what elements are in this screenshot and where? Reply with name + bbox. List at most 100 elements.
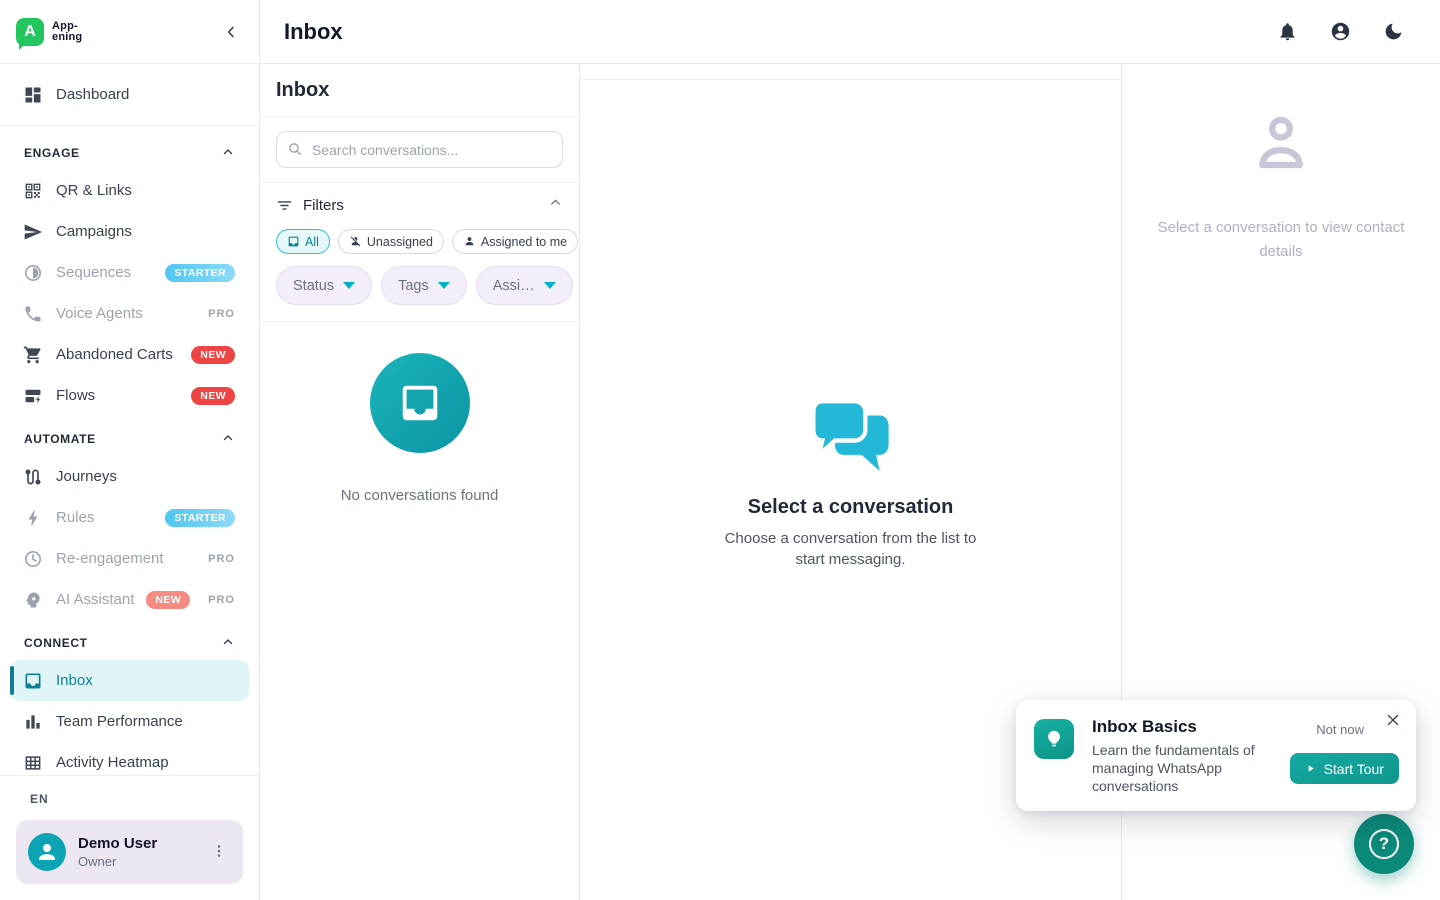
empty-state-text: No conversations found	[341, 487, 499, 504]
search-section	[260, 117, 579, 183]
notifications-button[interactable]	[1276, 21, 1298, 43]
sidebar-bottom: EN Demo User Owner	[0, 775, 259, 900]
app-name-line2: ening	[52, 32, 82, 43]
chip-label: All	[305, 235, 319, 249]
sidebar-item-sequences[interactable]: Sequences STARTER	[0, 252, 259, 293]
filter-chip-assigned-to-me[interactable]: Assigned to me	[452, 229, 578, 254]
inbox-icon	[23, 671, 43, 691]
dark-mode-button[interactable]	[1382, 21, 1404, 43]
moon-icon	[1383, 21, 1404, 42]
pro-label: PRO	[208, 308, 235, 320]
section-connect[interactable]: CONNECT	[0, 626, 259, 660]
section-label: CONNECT	[24, 636, 88, 650]
inbox-icon	[287, 235, 300, 248]
top-header: Inbox	[260, 0, 1440, 64]
logo-letter: A	[24, 23, 36, 41]
filters-header[interactable]: Filters	[276, 195, 563, 215]
sidebar-item-label: Re-engagement	[56, 550, 164, 567]
search-input[interactable]	[276, 131, 563, 168]
sidebar-collapse-button[interactable]	[219, 20, 243, 44]
user-card[interactable]: Demo User Owner	[16, 820, 243, 884]
sidebar-item-inbox[interactable]: Inbox	[10, 660, 249, 701]
new-badge: NEW	[146, 591, 190, 609]
starter-badge: STARTER	[165, 264, 235, 282]
send-icon	[23, 222, 43, 242]
person-outline-icon	[1248, 110, 1314, 176]
clock-icon	[23, 549, 43, 569]
sidebar-item-activity-heatmap[interactable]: Activity Heatmap	[0, 742, 259, 775]
bar-chart-icon	[23, 712, 43, 732]
filter-chips: All Unassigned Assigned to me	[276, 229, 563, 254]
list-panel-header: Inbox	[260, 64, 579, 117]
sidebar-item-flows[interactable]: Flows NEW	[0, 375, 259, 416]
qr-code-icon	[23, 181, 43, 201]
lightbulb-badge	[1034, 719, 1074, 759]
sidebar-item-journeys[interactable]: Journeys	[0, 456, 259, 497]
sidebar-item-re-engagement[interactable]: Re-engagement PRO	[0, 538, 259, 579]
section-label: AUTOMATE	[24, 432, 96, 446]
app-name: App- ening	[52, 21, 82, 43]
starter-badge: STARTER	[165, 509, 235, 527]
not-now-button[interactable]: Not now	[1316, 722, 1364, 737]
user-menu-button[interactable]	[207, 840, 231, 864]
section-automate[interactable]: AUTOMATE	[0, 422, 259, 456]
inbox-icon	[397, 380, 443, 426]
caret-down-icon	[343, 282, 355, 289]
chat-empty-title: Select a conversation	[748, 496, 954, 519]
chat-bubbles-icon	[808, 394, 894, 480]
chevron-up-icon	[221, 431, 235, 448]
caret-down-icon	[438, 282, 450, 289]
person-icon	[35, 840, 59, 864]
start-tour-button[interactable]: Start Tour	[1290, 753, 1399, 784]
sidebar-item-campaigns[interactable]: Campaigns	[0, 211, 259, 252]
sidebar-item-label: AI Assistant	[56, 591, 134, 608]
app-root: A App- ening Dashboard ENGAGE QR & Links	[0, 0, 1440, 900]
sidebar-nav: Dashboard ENGAGE QR & Links Campaigns Se…	[0, 64, 259, 775]
assignee-dropdown[interactable]: Assign...	[476, 266, 573, 305]
sidebar-item-label: Rules	[56, 509, 94, 526]
flows-icon	[23, 386, 43, 406]
sidebar-item-label: Sequences	[56, 264, 131, 281]
contact-empty-text: Select a conversation to view contact de…	[1136, 216, 1426, 264]
sidebar-item-voice-agents[interactable]: Voice Agents PRO	[0, 293, 259, 334]
dashboard-icon	[23, 85, 43, 105]
language-selector[interactable]: EN	[30, 792, 259, 806]
sidebar-item-label: Voice Agents	[56, 305, 143, 322]
close-icon[interactable]	[1382, 710, 1404, 732]
person-off-icon	[349, 235, 362, 248]
avatar	[28, 833, 66, 871]
kebab-menu-icon	[210, 842, 228, 860]
sidebar-item-label: Team Performance	[56, 713, 183, 730]
account-button[interactable]	[1329, 21, 1351, 43]
phone-icon	[23, 304, 43, 324]
chat-empty-subtitle: Choose a conversation from the list to s…	[716, 528, 986, 570]
sidebar-item-abandoned-carts[interactable]: Abandoned Carts NEW	[0, 334, 259, 375]
app-name-line1: App-	[52, 21, 82, 32]
tags-dropdown[interactable]: Tags	[381, 266, 467, 305]
sidebar-item-qr-links[interactable]: QR & Links	[0, 170, 259, 211]
chevron-left-icon	[222, 23, 240, 41]
sidebar-item-label: Abandoned Carts	[56, 346, 173, 363]
inbox-basics-popover: Inbox Basics Learn the fundamentals of m…	[1016, 700, 1416, 811]
sidebar-item-rules[interactable]: Rules STARTER	[0, 497, 259, 538]
sidebar-item-ai-assistant[interactable]: AI Assistant NEW PRO	[0, 579, 259, 620]
filter-chip-unassigned[interactable]: Unassigned	[338, 229, 444, 254]
chip-label: Unassigned	[367, 235, 433, 249]
psychology-icon	[23, 590, 43, 610]
sidebar-item-team-performance[interactable]: Team Performance	[0, 701, 259, 742]
filter-chip-all[interactable]: All	[276, 229, 330, 254]
status-dropdown[interactable]: Status	[276, 266, 372, 305]
heatmap-grid-icon	[23, 753, 43, 773]
search-box	[276, 131, 563, 168]
caret-down-icon	[544, 282, 556, 289]
logo-row: A App- ening	[0, 0, 259, 64]
help-button[interactable]: ?	[1354, 814, 1414, 874]
section-engage[interactable]: ENGAGE	[0, 136, 259, 170]
sidebar-item-label: Journeys	[56, 468, 117, 485]
popover-title: Inbox Basics	[1092, 717, 1197, 737]
new-badge: NEW	[191, 346, 235, 364]
account-circle-icon	[1330, 21, 1351, 42]
app-logo: A	[16, 18, 44, 46]
user-name: Demo User	[78, 835, 157, 852]
sidebar-item-dashboard[interactable]: Dashboard	[0, 74, 259, 115]
